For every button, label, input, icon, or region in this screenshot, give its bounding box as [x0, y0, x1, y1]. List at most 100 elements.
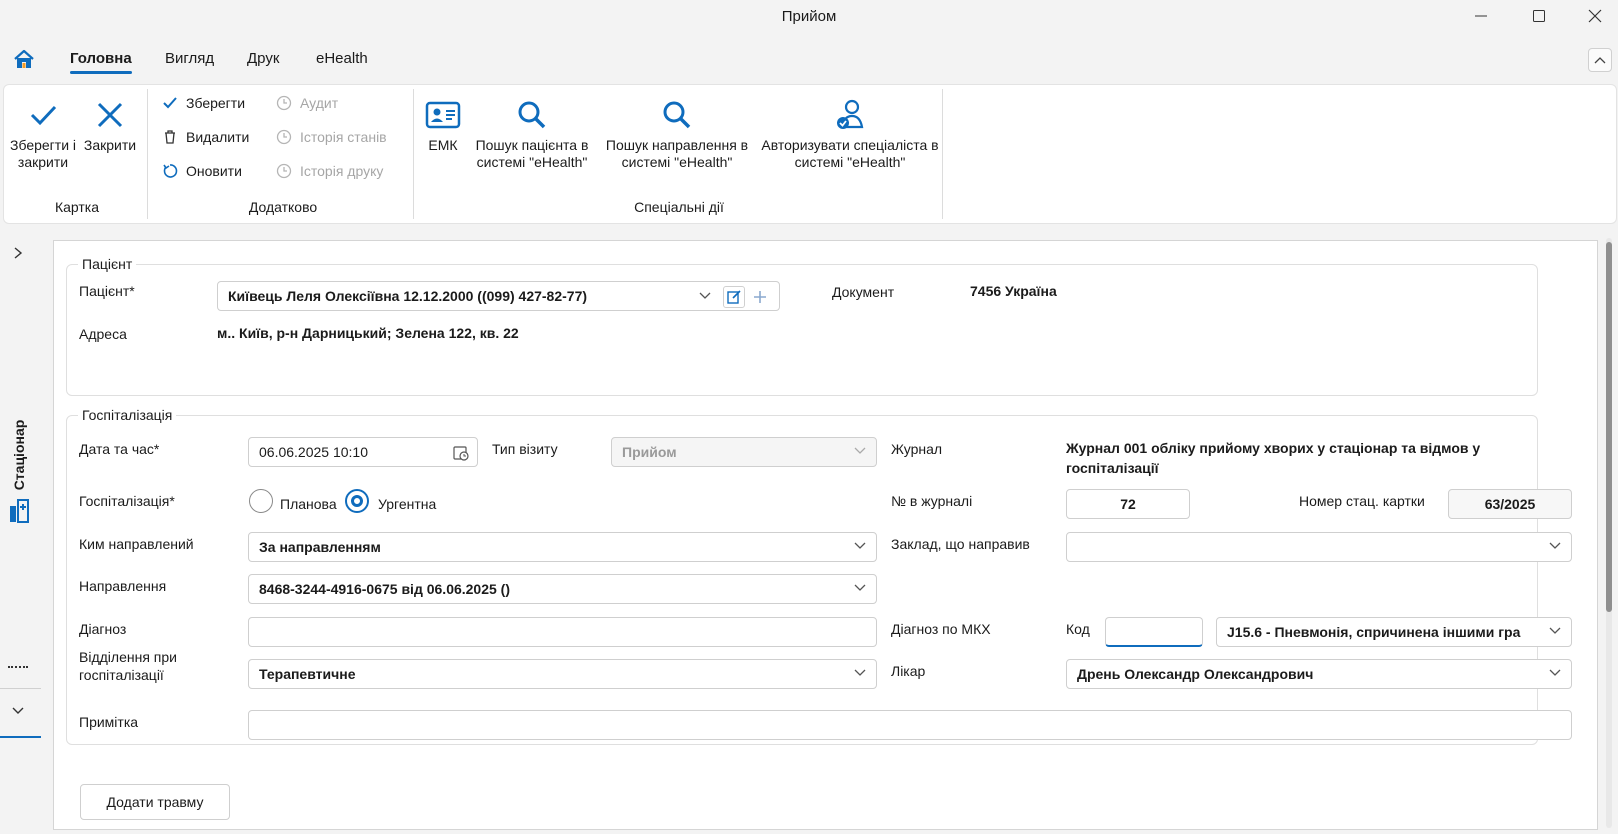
maximize-button[interactable]: [1516, 0, 1562, 32]
close-icon: [97, 102, 123, 128]
urgent-radio[interactable]: [345, 489, 369, 513]
sidebar-more-icon[interactable]: [8, 666, 28, 670]
add-patient-button[interactable]: [749, 286, 771, 308]
ribbon-separator: [942, 89, 943, 219]
patient-label: Пацієнт*: [79, 283, 135, 299]
chevron-down-icon: [854, 447, 866, 454]
checkmark-icon: [30, 105, 57, 126]
icd-select[interactable]: J15.6 - Пневмонія, спричинена іншими гра: [1216, 617, 1572, 647]
search-patient-button[interactable]: Пошук пацієнта в системі "eHealth": [470, 93, 594, 171]
ribbon: Зберегти і закрити Закрити Картка Зберег…: [3, 84, 1617, 224]
note-label: Примітка: [79, 714, 139, 730]
referring-facility-label: Заклад, що направив: [891, 536, 1030, 552]
edit-icon: [727, 290, 741, 304]
card-no-field[interactable]: 63/2025: [1448, 489, 1572, 519]
home-button[interactable]: [12, 48, 36, 72]
audit-button[interactable]: Аудит: [276, 95, 338, 111]
planned-label: Планова: [280, 496, 337, 512]
doctor-select[interactable]: Дрень Олександр Олександрович: [1066, 659, 1572, 689]
referring-facility-select[interactable]: [1066, 532, 1572, 562]
referred-by-select[interactable]: За направленням: [248, 532, 877, 562]
search-icon: [663, 101, 691, 129]
refresh-button[interactable]: Оновити: [162, 163, 242, 179]
diagnosis-label: Діагноз: [79, 621, 127, 637]
close-button[interactable]: Закрити: [80, 93, 140, 154]
tab-home[interactable]: Головна: [70, 50, 132, 74]
chevron-down-icon: [12, 707, 24, 714]
home-icon: [14, 49, 34, 68]
chevron-down-icon: [699, 292, 711, 299]
refresh-icon: [163, 164, 178, 178]
window-title: Прийом: [781, 8, 837, 25]
emk-button[interactable]: ЕМК: [418, 93, 468, 154]
maximize-icon: [1533, 10, 1545, 22]
patient-select[interactable]: Київець Леля Олексіївна 12.12.2000 ((099…: [217, 281, 780, 311]
address-value: м.. Київ, р-н Дарницький; Зелена 122, кв…: [217, 325, 519, 341]
close-icon: [1588, 9, 1602, 23]
clock-icon: [276, 129, 292, 145]
chevron-up-icon: [1594, 57, 1606, 64]
urgent-label: Ургентна: [378, 496, 437, 512]
visit-type-label: Тип візиту: [492, 441, 558, 457]
ribbon-tabs: Головна Вигляд Друк eHealth: [0, 40, 1618, 80]
chevron-down-icon: [854, 584, 866, 591]
note-field[interactable]: [248, 710, 1572, 740]
department-label: Відділення при госпіталізації: [79, 649, 177, 683]
sidebar-active-indicator: [0, 736, 41, 738]
datetime-field[interactable]: 06.06.2025 10:10: [248, 437, 478, 467]
tab-print[interactable]: Друк: [247, 50, 279, 67]
plus-icon: [754, 291, 766, 303]
address-label: Адреса: [79, 326, 127, 342]
icd-code-field[interactable]: [1105, 617, 1203, 647]
department-select[interactable]: Терапевтичне: [248, 659, 877, 689]
expand-sidebar-button[interactable]: [12, 246, 24, 263]
delete-button[interactable]: Видалити: [162, 129, 249, 145]
patient-legend: Пацієнт: [78, 256, 137, 272]
search-referral-button[interactable]: Пошук направлення в системі "eHealth": [598, 93, 756, 171]
authorize-specialist-button[interactable]: Авторизувати спеціаліста в системі "eHea…: [760, 93, 940, 171]
trash-icon: [165, 130, 175, 144]
planned-radio[interactable]: [249, 489, 273, 513]
user-check-icon: [837, 99, 864, 129]
print-history-button[interactable]: Історія друку: [276, 163, 383, 179]
edit-patient-button[interactable]: [723, 286, 745, 308]
journal-no-label: № в журналі: [891, 493, 973, 509]
id-card-icon: [425, 101, 461, 129]
title-bar: Прийом: [0, 0, 1618, 34]
icd-label: Діагноз по МКХ: [891, 621, 991, 637]
document-value: 7456 Україна: [970, 283, 1057, 299]
card-no-label: Номер стац. картки: [1299, 493, 1425, 509]
hospitalization-legend: Госпіталізація: [78, 407, 177, 423]
save-close-button[interactable]: Зберегти і закрити: [10, 93, 76, 171]
save-button[interactable]: Зберегти: [162, 95, 245, 111]
calendar-clock-icon: [453, 446, 469, 461]
chevron-right-icon: [14, 247, 23, 259]
collapse-ribbon-button[interactable]: [1588, 48, 1612, 72]
code-label: Код: [1066, 621, 1090, 637]
sidebar-collapse-button[interactable]: [11, 703, 25, 719]
sidebar-divider: [0, 688, 41, 689]
referral-label: Направлення: [79, 578, 167, 594]
scrollbar-thumb[interactable]: [1606, 242, 1612, 612]
journal-no-field[interactable]: 72: [1066, 489, 1190, 519]
visit-type-select[interactable]: Прийом: [611, 437, 877, 467]
referral-select[interactable]: 8468-3244-4916-0675 від 06.06.2025 (): [248, 574, 877, 604]
close-window-button[interactable]: [1572, 0, 1618, 32]
hospital-icon: [8, 498, 30, 527]
add-injury-button[interactable]: Додати травму: [80, 784, 230, 820]
hospitalization-label: Госпіталізація*: [79, 493, 175, 509]
doctor-label: Лікар: [891, 663, 926, 679]
sidebar-tab-stationary[interactable]: Стаціонар: [8, 415, 30, 495]
tab-view[interactable]: Вигляд: [165, 50, 214, 67]
scrollbar[interactable]: [1606, 238, 1614, 828]
chevron-down-icon: [1549, 669, 1561, 676]
state-history-button[interactable]: Історія станів: [276, 129, 387, 145]
clock-icon: [276, 163, 292, 179]
save-close-label: Зберегти і закрити: [10, 137, 77, 170]
clock-icon: [276, 95, 292, 111]
journal-value: Журнал 001 обліку прийому хворих у стаці…: [1066, 440, 1481, 476]
datetime-label: Дата та час*: [79, 441, 160, 457]
diagnosis-field[interactable]: [248, 617, 877, 647]
minimize-button[interactable]: [1458, 0, 1504, 32]
tab-ehealth[interactable]: eHealth: [316, 50, 368, 67]
